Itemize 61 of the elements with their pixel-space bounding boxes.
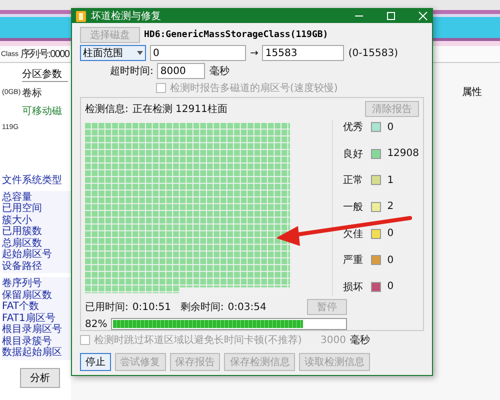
field-label: 根目录簇号 [2, 336, 53, 346]
legend-label: 一般 [343, 200, 364, 214]
field-header: 文件系统类型 [2, 175, 63, 186]
legend-label: 严重 [343, 254, 364, 268]
elapsed-time: 0:10:51 [132, 302, 172, 312]
skip-value: 3000 [320, 334, 346, 346]
close-icon[interactable] [418, 11, 428, 21]
legend-label: 正常 [343, 174, 364, 188]
window-title: 坏道检测与修复 [91, 10, 162, 23]
legend-label: 良好 [343, 148, 364, 161]
range-hint: (0-15583) [348, 48, 398, 58]
range-start-field[interactable]: 0 [150, 45, 246, 61]
field-label: 根目录扇区号 [2, 324, 63, 336]
legend-label: 损坏 [343, 280, 364, 294]
field-label: 簇大小 [2, 214, 33, 226]
field-label: 保留扇区数 [2, 290, 53, 301]
legend-count: 1 [387, 174, 394, 186]
field-label: 起始扇区号 [2, 249, 53, 260]
skip-unit: 毫秒 [350, 334, 370, 347]
info-status: 正在检测 12911柱面 [132, 102, 228, 116]
app-icon [76, 10, 86, 22]
field-label: FAT1扇区号 [2, 312, 56, 324]
remaining-label: 剩余时间: [180, 300, 224, 314]
caret-icon [137, 51, 143, 55]
progress-percent: 82% [85, 318, 107, 330]
timeout-label: 超时时间: [110, 64, 154, 78]
range-dropdown[interactable]: 柱面范围 [80, 45, 146, 61]
field-label: 卷序列号 [2, 278, 43, 290]
skip-option-label: 检测时跳过坏道区域以避免长时间卡顿(不推荐) [94, 334, 303, 347]
legend-label: 优秀 [343, 120, 364, 134]
field-label: 总容量 [2, 192, 33, 202]
column-header: 属性 [462, 86, 482, 99]
field-label: 总扇区数 [2, 238, 43, 248]
field-label: 已用簇数 [2, 226, 43, 238]
action-button[interactable]: 停止 [80, 353, 111, 371]
report-option-label: 检测时报告多磁道的扇区号(速度较慢) [170, 82, 338, 95]
legend-count: 0 [387, 228, 394, 240]
info-label: 检测信息: [85, 102, 128, 116]
partition-tab[interactable]: 分区参数 [22, 67, 68, 82]
legend-count: 0 [387, 281, 394, 292]
maximize-icon[interactable] [386, 11, 396, 21]
elapsed-label: 已用时间: [85, 300, 128, 314]
field-label: 数据起始扇区 [2, 347, 63, 358]
timeout-unit: 毫秒 [209, 64, 230, 78]
remaining-time: 0:03:54 [228, 302, 268, 312]
analyze-button[interactable]: 分析 [20, 368, 60, 388]
serial-label: 序列号:0000 [20, 48, 70, 61]
field-label: FAT个数 [2, 301, 40, 312]
tree-item[interactable]: 可移动磁 [22, 104, 68, 118]
legend-count: 12908 [387, 148, 419, 160]
legend-count: 2 [387, 201, 394, 212]
column-header: 卷标 [22, 86, 43, 100]
legend-count: 0 [387, 122, 394, 132]
field-label: 已用空间 [2, 203, 43, 214]
field-label: 设备路径 [2, 260, 43, 272]
legend-label: 欠佳 [343, 228, 364, 241]
legend-count: 0 [387, 254, 394, 266]
range-end-field[interactable]: 15583 [262, 45, 344, 61]
disk-name: HD6:GenericMassStorageClass(119GB) [144, 30, 328, 40]
timeout-field[interactable]: 8000 [157, 63, 206, 79]
range-arrow: → [250, 48, 258, 58]
